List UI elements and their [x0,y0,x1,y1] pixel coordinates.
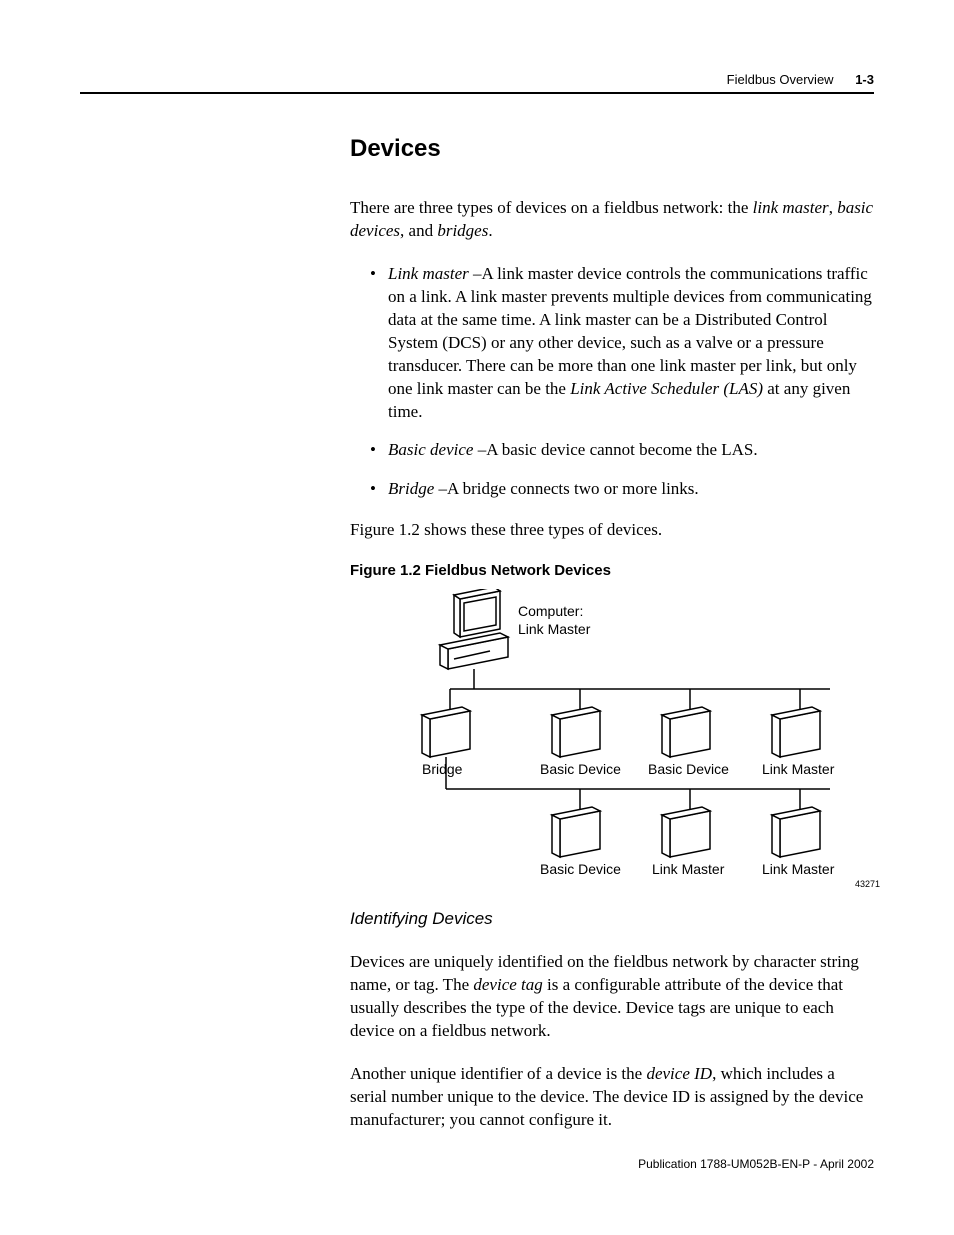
network-diagram-svg [390,589,880,889]
paragraph-device-id: Another unique identifier of a device is… [350,1063,874,1132]
label-link-master: Link Master [652,861,724,877]
term: Bridge [388,479,434,498]
term: Link master [388,264,469,283]
term-link-master: link master [753,198,829,217]
label-bridge: Bridge [422,761,462,777]
text: –A bridge connects two or more links. [434,479,698,498]
label-basic-device: Basic Device [540,861,621,877]
label-basic-device: Basic Device [540,761,621,777]
label-basic-device: Basic Device [648,761,729,777]
label-link-master: Link Master [762,861,834,877]
term-device-tag: device tag [473,975,542,994]
text: –A basic device cannot become the LAS. [473,440,757,459]
label-computer-line1: Computer: [518,603,583,619]
page-header: Fieldbus Overview 1-3 [727,72,874,87]
list-item-link-master: Link master –A link master device contro… [388,263,874,424]
intro-paragraph: There are three types of devices on a fi… [350,197,874,243]
header-rule [80,92,874,94]
term-las: Link Active Scheduler (LAS) [570,379,763,398]
header-pagenum: 1-3 [855,72,874,87]
text: Another unique identifier of a device is… [350,1064,646,1083]
section-heading: Devices [350,135,874,163]
content-area: Devices There are three types of devices… [350,135,874,1152]
text: –A link master device controls the commu… [388,264,872,398]
term-bridges: bridges [437,221,488,240]
page-footer: Publication 1788-UM052B-EN-P - April 200… [638,1157,874,1171]
figure-diagram: Computer: Link Master Bridge Basic Devic… [390,589,880,889]
text: , and [400,221,437,240]
list-item-basic-device: Basic device –A basic device cannot beco… [388,439,874,462]
term: Basic device [388,440,473,459]
label-computer-line2: Link Master [518,621,590,637]
figure-ref-number: 43271 [855,879,880,889]
term-device-id: device ID [646,1064,712,1083]
device-type-list: Link master –A link master device contro… [350,263,874,501]
figure-reference-text: Figure 1.2 shows these three types of de… [350,519,874,542]
header-title: Fieldbus Overview [727,72,834,87]
subsection-heading: Identifying Devices [350,909,874,929]
text: , [829,198,838,217]
figure-caption: Figure 1.2 Fieldbus Network Devices [350,562,874,579]
label-link-master: Link Master [762,761,834,777]
text: There are three types of devices on a fi… [350,198,753,217]
paragraph-device-tag: Devices are uniquely identified on the f… [350,951,874,1043]
list-item-bridge: Bridge –A bridge connects two or more li… [388,478,874,501]
text: . [488,221,492,240]
